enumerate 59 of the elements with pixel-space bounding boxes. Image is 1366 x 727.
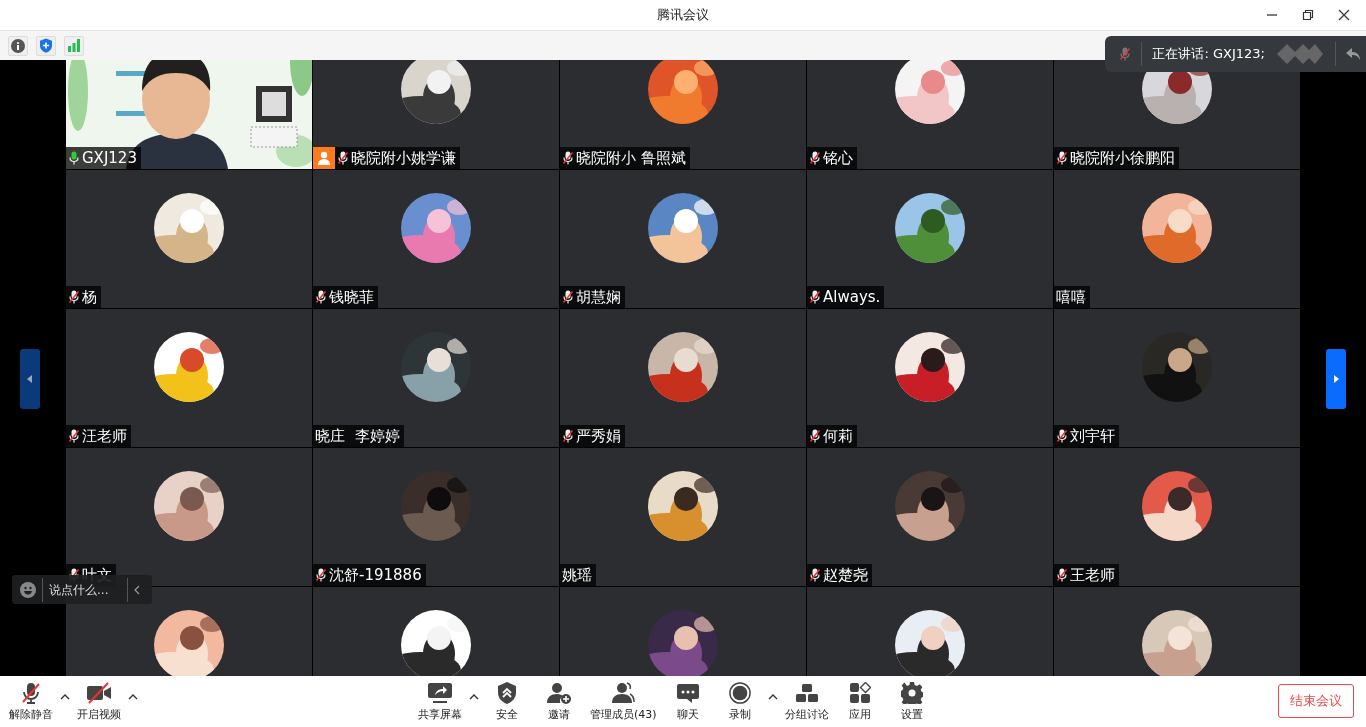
- chat-button[interactable]: 聊天: [663, 679, 712, 724]
- info-button[interactable]: [8, 35, 28, 56]
- back-icon[interactable]: [1346, 48, 1360, 60]
- participant-name: 晓院附小徐鹏阳: [1054, 147, 1179, 169]
- screen-share-icon: [427, 681, 453, 704]
- participant-name: Always.: [807, 286, 885, 308]
- muted-mic-icon[interactable]: [1119, 47, 1132, 61]
- participant-name: 赵楚尧: [807, 564, 872, 586]
- people-icon: [611, 681, 636, 704]
- groups-icon: [794, 681, 819, 704]
- participant-name: 沈舒-191886: [313, 564, 426, 586]
- participant-name: 何莉: [807, 425, 857, 447]
- participant-name: 严秀娟: [560, 425, 625, 447]
- participant-name: GXJ123: [66, 147, 141, 169]
- security-button[interactable]: 安全: [483, 679, 531, 724]
- apps-icon: [848, 681, 871, 704]
- close-icon[interactable]: [1338, 9, 1350, 21]
- start-video-button[interactable]: 开启视频: [74, 679, 124, 724]
- caret-icon[interactable]: [128, 693, 138, 700]
- participant-name: 胡慧娴: [560, 286, 625, 308]
- record-button[interactable]: 录制: [715, 679, 764, 724]
- emoji-icon[interactable]: [20, 581, 36, 598]
- restore-icon[interactable]: [1302, 9, 1314, 21]
- members-button[interactable]: 管理成员(43): [587, 679, 660, 724]
- breakout-button[interactable]: 分组讨论: [781, 679, 832, 724]
- caret-icon[interactable]: [767, 693, 778, 700]
- camera-off-icon: [86, 681, 112, 704]
- record-icon: [727, 681, 752, 704]
- participant-name: 钱晓菲: [313, 286, 378, 308]
- participant-name: 汪老师: [66, 425, 131, 447]
- participant-name: 晓院附小 鲁照斌: [560, 147, 690, 169]
- caret-icon[interactable]: [469, 693, 479, 700]
- participant-name: 刘宇轩: [1054, 425, 1119, 447]
- caret-icon[interactable]: [60, 693, 70, 700]
- redaction-drawing: [1275, 43, 1325, 65]
- apps-button[interactable]: 应用: [835, 679, 884, 724]
- share-button[interactable]: 共享屏幕: [415, 679, 465, 724]
- participant-name: 晓院附小姚学谦: [335, 147, 460, 169]
- participant-name: 嘻嘻: [1054, 286, 1090, 308]
- shield-icon: [497, 681, 517, 704]
- settings-icon: [900, 681, 923, 704]
- collapse-icon[interactable]: [134, 584, 140, 595]
- participant-name: 晓庄 李婷婷: [313, 425, 404, 447]
- right-triangle-icon: [1333, 375, 1339, 383]
- muted-mic-icon: [20, 681, 42, 704]
- participant-name: 杨: [66, 286, 101, 308]
- participant-name: 姚瑶: [560, 564, 596, 586]
- unmute-button[interactable]: 解除静音: [6, 679, 56, 724]
- speaker-text: 正在讲话: GXJ123;: [1152, 45, 1265, 63]
- chat-icon: [676, 681, 699, 704]
- shield-button[interactable]: [36, 35, 56, 56]
- add-person-icon: [547, 681, 571, 704]
- participant-name: 王老师: [1054, 564, 1119, 586]
- end-meeting-button[interactable]: 结束会议: [1278, 684, 1354, 718]
- settings-button[interactable]: 设置: [887, 679, 936, 724]
- left-triangle-icon: [27, 375, 33, 383]
- invite-button[interactable]: 邀请: [535, 679, 583, 724]
- participant-name: 铭心: [807, 147, 857, 169]
- window-title: 腾讯会议: [657, 6, 709, 24]
